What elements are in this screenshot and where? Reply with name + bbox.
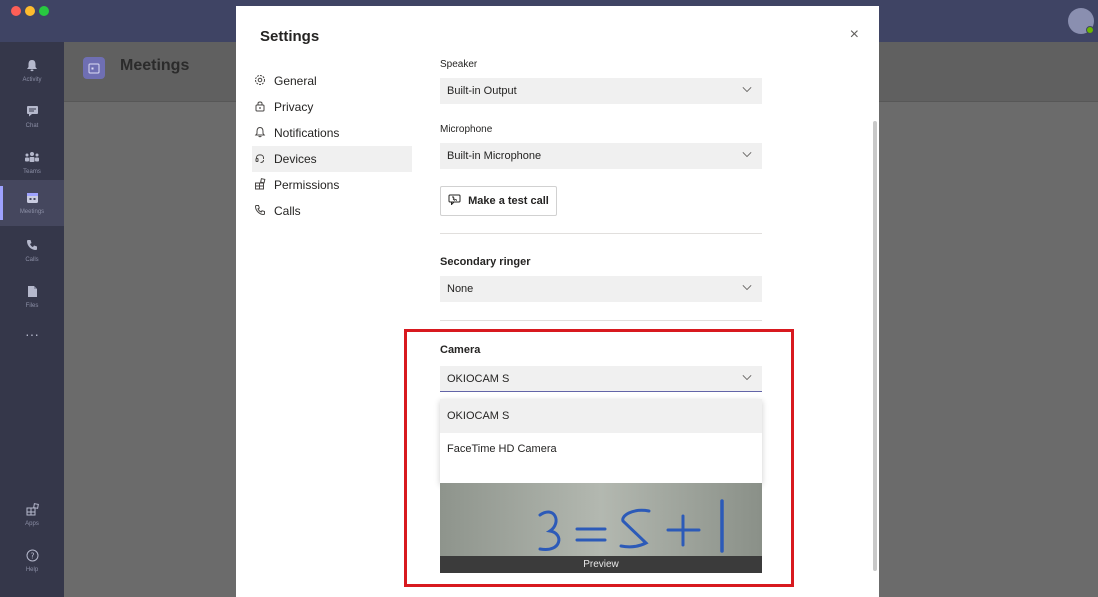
lock-icon: [252, 100, 268, 115]
close-window-button[interactable]: [11, 6, 21, 16]
speaker-select[interactable]: Built-in Output: [440, 78, 762, 104]
chevron-down-icon: [742, 87, 752, 93]
rail-label: Calls: [25, 257, 39, 263]
rail-item-calls[interactable]: Calls: [0, 228, 64, 274]
minimize-window-button[interactable]: [25, 6, 35, 16]
headset-icon: [252, 152, 268, 167]
zoom-window-button[interactable]: [39, 6, 49, 16]
rail-label: Files: [25, 303, 39, 309]
rail-item-activity[interactable]: Activity: [0, 48, 64, 94]
bell-icon: [26, 59, 38, 75]
rail-label: Apps: [25, 521, 39, 527]
highlight-box: [404, 329, 794, 587]
rail-item-apps[interactable]: Apps: [0, 492, 64, 538]
calendar-icon: [26, 191, 39, 207]
rail-label: Teams: [23, 169, 41, 175]
calendar-icon: [83, 57, 105, 79]
bell-icon: [252, 126, 268, 141]
rail-label: Activity: [22, 77, 42, 83]
chevron-down-icon: [742, 285, 752, 291]
rail-more-button[interactable]: ···: [0, 312, 64, 358]
more-icon: ···: [25, 326, 39, 342]
nav-item-general[interactable]: General: [252, 68, 412, 94]
settings-nav: General Privacy Notifications Devices Pe…: [252, 68, 412, 224]
secondary-ringer-label: Secondary ringer: [440, 256, 531, 268]
rail-label: Meetings: [19, 209, 45, 215]
svg-text:?: ?: [30, 552, 34, 561]
microphone-value: Built-in Microphone: [447, 150, 542, 162]
test-call-label: Make a test call: [468, 195, 549, 207]
nav-item-label: Calls: [274, 204, 301, 218]
divider: [440, 233, 762, 234]
nav-item-label: Devices: [274, 152, 317, 166]
permissions-icon: [252, 177, 268, 193]
secondary-ringer-value: None: [447, 283, 474, 295]
nav-item-label: General: [274, 74, 317, 88]
chevron-down-icon: [742, 152, 752, 158]
dialog-title: Settings: [260, 28, 320, 45]
test-call-icon: [448, 194, 461, 208]
rail-label: Help: [25, 567, 39, 573]
scrollbar[interactable]: [873, 121, 877, 571]
file-icon: [27, 285, 38, 301]
page-title: Meetings: [120, 57, 190, 74]
nav-item-devices[interactable]: Devices: [252, 146, 412, 172]
app-rail: Activity Chat Teams Meetings Calls Files…: [0, 42, 64, 597]
chat-icon: [26, 105, 39, 121]
phone-icon: [252, 204, 268, 219]
rail-item-help[interactable]: ? Help: [0, 538, 64, 584]
speaker-label: Speaker: [440, 59, 478, 70]
microphone-label: Microphone: [440, 124, 493, 135]
nav-item-label: Privacy: [274, 100, 314, 114]
help-icon: ?: [26, 549, 39, 565]
teams-icon: [24, 151, 40, 167]
rail-label: Chat: [25, 123, 39, 129]
nav-item-privacy[interactable]: Privacy: [252, 94, 412, 120]
rail-item-chat[interactable]: Chat: [0, 94, 64, 140]
close-button[interactable]: ×: [850, 26, 859, 44]
nav-item-label: Notifications: [274, 126, 340, 140]
nav-item-label: Permissions: [274, 178, 340, 192]
close-icon: ×: [849, 26, 859, 43]
speaker-value: Built-in Output: [447, 85, 517, 97]
make-test-call-button[interactable]: Make a test call: [440, 186, 557, 216]
gear-icon: [252, 74, 268, 89]
nav-item-permissions[interactable]: Permissions: [252, 172, 412, 198]
microphone-select[interactable]: Built-in Microphone: [440, 143, 762, 169]
presence-status-icon: [1086, 26, 1094, 34]
phone-icon: [26, 239, 38, 255]
nav-item-notifications[interactable]: Notifications: [252, 120, 412, 146]
divider: [440, 320, 762, 321]
apps-icon: [26, 503, 39, 519]
secondary-ringer-select[interactable]: None: [440, 276, 762, 302]
rail-item-meetings[interactable]: Meetings: [0, 180, 64, 226]
nav-item-calls[interactable]: Calls: [252, 198, 412, 224]
